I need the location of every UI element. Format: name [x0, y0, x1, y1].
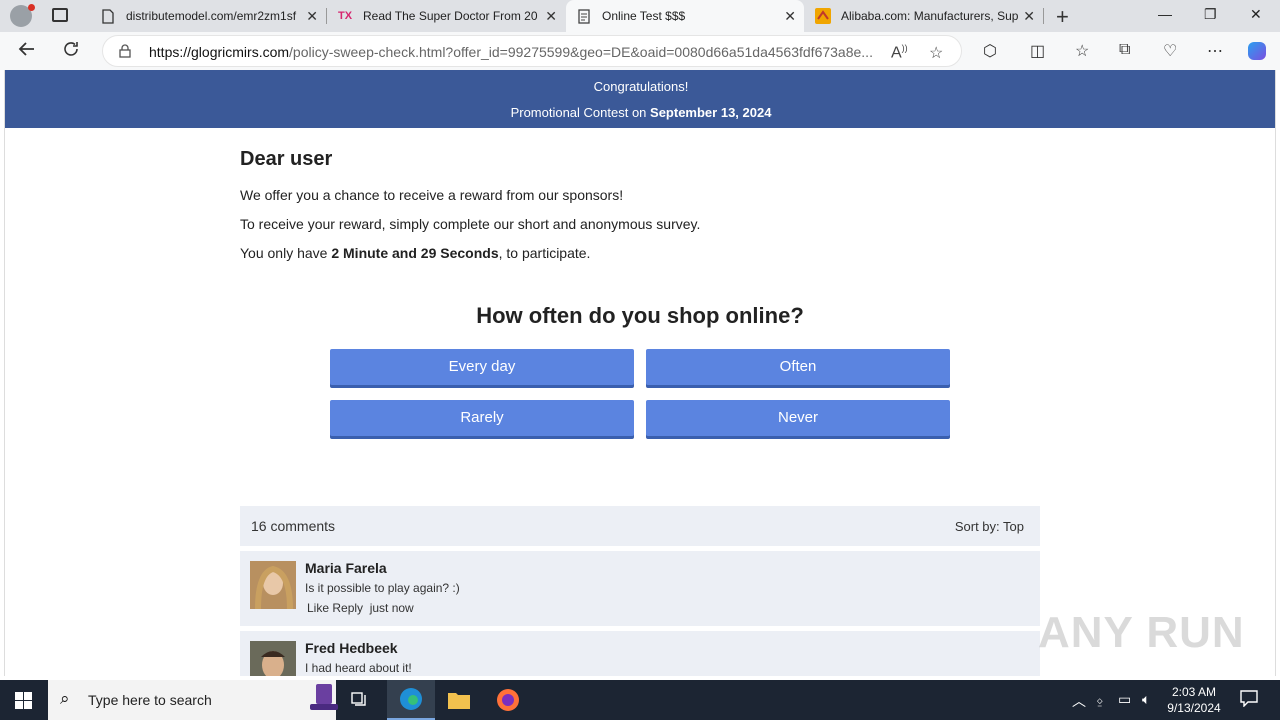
comments-header: 16 comments Sort by: Top — [240, 506, 1040, 546]
comment-text: I had heard about it! — [305, 661, 412, 675]
system-clock[interactable]: 2:03 AM 9/13/2024 — [1162, 684, 1226, 716]
file-explorer-icon[interactable] — [435, 680, 483, 720]
document-icon — [576, 8, 592, 24]
comment-meta: Like Reply just now — [307, 601, 414, 615]
new-tab-icon[interactable]: + — [1056, 4, 1069, 30]
close-tab-icon[interactable]: ✕ — [1023, 8, 1035, 25]
countdown-timer: 2 Minute and 29 Seconds — [331, 245, 499, 261]
timer-paragraph: You only have 2 Minute and 29 Seconds, t… — [240, 245, 1040, 262]
taskbar-search[interactable]: ⌕ Type here to search — [48, 680, 338, 721]
answer-rarely-button[interactable]: Rarely — [330, 400, 634, 436]
url-path: /policy-sweep-check.html?offer_id=992755… — [289, 44, 873, 60]
notification-center-icon[interactable] — [1240, 689, 1258, 710]
comment-count: 16 comments — [251, 518, 336, 534]
close-tab-icon[interactable]: ✕ — [306, 8, 318, 25]
refresh-icon[interactable] — [62, 40, 80, 63]
read-aloud-icon[interactable]: A)) — [891, 43, 908, 62]
tab-title: Alibaba.com: Manufacturers, Sup — [841, 9, 1019, 23]
comment-author[interactable]: Maria Farela — [305, 560, 387, 576]
more-options-icon[interactable]: ⋯ — [1207, 41, 1223, 61]
tx-icon: TX — [337, 10, 353, 22]
close-window-icon[interactable]: ✕ — [1250, 6, 1262, 23]
tab-actions-icon[interactable] — [52, 8, 68, 22]
collections-icon[interactable]: ⧉ — [1119, 41, 1130, 59]
comment-text: Is it possible to play again? :) — [305, 581, 460, 595]
clock-date: 9/13/2024 — [1167, 701, 1221, 715]
survey-question: How often do you shop online? — [476, 303, 804, 328]
search-icon: ⌕ — [60, 689, 70, 708]
page-viewport: Congratulations! Promotional Contest on … — [4, 70, 1276, 676]
firefox-icon[interactable] — [484, 680, 532, 720]
tray-app-icon[interactable]: ⍚ — [1096, 691, 1104, 708]
tab-distributemodel[interactable]: distributemodel.com/emr2zm1sf ✕ — [90, 0, 326, 32]
back-icon[interactable] — [18, 40, 36, 63]
url-domain: https://glogricmirs.com — [149, 44, 290, 60]
lock-icon[interactable] — [119, 44, 131, 58]
notification-dot — [28, 4, 35, 11]
answer-never-button[interactable]: Never — [646, 400, 950, 436]
windows-start-icon[interactable] — [15, 692, 32, 709]
banner-prefix: Promotional Contest on — [510, 105, 651, 120]
avatar — [250, 641, 296, 676]
tab-title: Online Test $$$ — [602, 9, 686, 23]
extensions-icon[interactable]: ⬡ — [983, 41, 997, 61]
greeting-heading: Dear user — [240, 148, 333, 170]
timer-prefix: You only have — [240, 245, 332, 261]
tab-online-test[interactable]: Online Test $$$ ✕ — [566, 0, 804, 32]
comment-author[interactable]: Fred Hedbeek — [305, 640, 398, 656]
comments-section: 16 comments Sort by: Top Maria Farela Is… — [240, 506, 1040, 676]
comment-item: Maria Farela Is it possible to play agai… — [240, 551, 1040, 626]
timer-suffix: , to participate. — [498, 245, 591, 261]
browser-essentials-icon[interactable]: ♡ — [1163, 41, 1177, 61]
close-tab-icon[interactable]: ✕ — [784, 8, 796, 25]
anyrun-watermark: ANY RUN — [1038, 608, 1245, 657]
taskbar: ⌕ Type here to search ︿ ⍚ ▭ 🔈︎ 2:03 AM 9… — [0, 680, 1280, 720]
sort-value[interactable]: Top — [1003, 519, 1024, 534]
search-placeholder: Type here to search — [88, 692, 212, 708]
tab-super-doctor[interactable]: TX Read The Super Doctor From 20 ✕ — [327, 0, 565, 32]
favorites-icon[interactable]: ☆ — [1075, 41, 1089, 61]
clock-time: 2:03 AM — [1171, 685, 1217, 699]
tray-overflow-icon[interactable]: ︿ — [1072, 691, 1086, 711]
volume-icon[interactable]: 🔈︎ — [1142, 691, 1150, 708]
answer-often-button[interactable]: Often — [646, 349, 950, 385]
url-text[interactable]: https://glogricmirs.com/policy-sweep-che… — [149, 44, 889, 60]
promo-banner: Congratulations! Promotional Contest on … — [5, 70, 1275, 128]
minimize-icon[interactable]: — — [1158, 6, 1172, 22]
banner-date: September 13, 2024 — [650, 105, 772, 120]
search-highlight-icon — [310, 684, 338, 721]
instruction-paragraph: To receive your reward, simply complete … — [240, 216, 701, 232]
banner-subtitle: Promotional Contest on September 13, 202… — [5, 105, 1275, 120]
tab-alibaba[interactable]: Alibaba.com: Manufacturers, Sup ✕ — [805, 0, 1043, 32]
survey-content: Dear user We offer you a chance to recei… — [240, 148, 1040, 436]
tab-title: Read The Super Doctor From 20 — [363, 9, 538, 23]
banner-title: Congratulations! — [593, 79, 689, 94]
favorite-star-icon[interactable]: ☆ — [929, 43, 943, 63]
restore-icon[interactable]: ❐ — [1204, 6, 1217, 23]
edge-taskbar-icon[interactable] — [387, 680, 435, 720]
intro-paragraph: We offer you a chance to receive a rewar… — [240, 187, 624, 203]
sort-label: Sort by: — [954, 519, 1000, 534]
address-bar[interactable]: https://glogricmirs.com/policy-sweep-che… — [102, 35, 962, 67]
split-screen-icon[interactable]: ◫ — [1030, 41, 1045, 61]
page-icon — [100, 8, 116, 24]
network-icon[interactable]: ▭ — [1118, 691, 1131, 708]
comment-actions[interactable]: Like Reply — [307, 601, 363, 615]
comment-time: just now — [369, 601, 414, 615]
answer-every-day-button[interactable]: Every day — [330, 349, 634, 385]
alibaba-icon — [815, 8, 831, 24]
tab-title: distributemodel.com/emr2zm1sf — [126, 9, 297, 23]
task-view-icon[interactable] — [336, 680, 384, 720]
close-tab-icon[interactable]: ✕ — [545, 8, 557, 25]
tab-strip: distributemodel.com/emr2zm1sf ✕ TX Read … — [0, 0, 1280, 32]
tab-separator — [1043, 8, 1044, 24]
sort-control[interactable]: Sort by: Top — [955, 519, 1024, 534]
copilot-icon[interactable] — [1246, 40, 1268, 67]
avatar — [250, 561, 296, 610]
comment-item: Fred Hedbeek I had heard about it! — [240, 631, 1040, 676]
